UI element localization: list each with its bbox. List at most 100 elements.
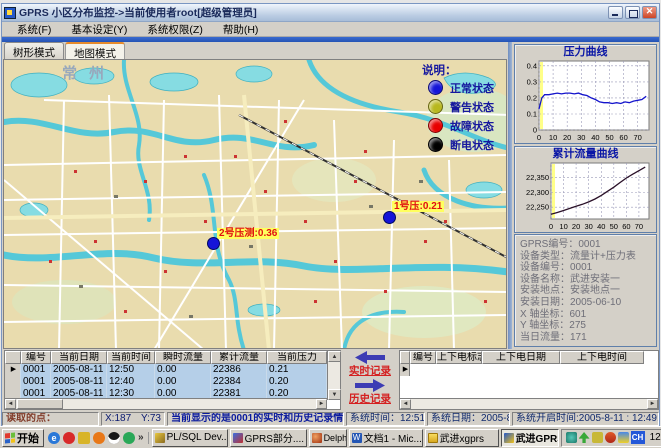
- flow-chart-panel: 累计流量曲线 01020304050607022,25022,30022,350: [514, 146, 657, 233]
- table-row[interactable]: ▶: [400, 364, 658, 376]
- media-player-icon[interactable]: [63, 432, 75, 444]
- menu-permissions[interactable]: 系统权限(Z): [138, 21, 211, 38]
- device-info-line: 当日流量：171: [520, 332, 651, 344]
- column-header[interactable]: 上下电标志: [436, 351, 482, 364]
- device-info-line: 安装日期：2005-06-10: [520, 297, 651, 309]
- task-gprs-app[interactable]: 武进GPRS...: [501, 429, 559, 447]
- messenger-icon[interactable]: [123, 432, 135, 444]
- column-header[interactable]: 编号: [21, 351, 51, 364]
- taskbar-clock[interactable]: 12:51: [647, 432, 661, 443]
- column-header[interactable]: 瞬时流量: [155, 351, 211, 364]
- browser-ball-icon[interactable]: [93, 432, 105, 444]
- restore-button[interactable]: [625, 6, 640, 19]
- tray-swirl-icon[interactable]: [566, 432, 577, 443]
- tray-app-icon[interactable]: [618, 432, 629, 443]
- scroll-left-icon[interactable]: ◄: [400, 399, 411, 409]
- svg-text:22,250: 22,250: [526, 203, 549, 212]
- record-switch-panel: 实时记录 历史记录: [341, 350, 399, 410]
- status-message: 当前显示的是0001的实时和历史记录情况!: [167, 412, 344, 426]
- column-header[interactable]: 累计流量: [211, 351, 267, 364]
- row-marker: ▶: [5, 364, 21, 376]
- device-info-line: 安装地点：安装地点一: [520, 285, 651, 297]
- svg-text:30: 30: [585, 222, 593, 231]
- column-header[interactable]: 编号: [410, 351, 436, 364]
- realtime-vscrollbar[interactable]: ▲ ▼: [327, 351, 340, 400]
- svg-text:0: 0: [533, 126, 537, 135]
- main-content: 树形模式 地图模式: [2, 42, 659, 349]
- scroll-up-icon[interactable]: ▲: [328, 351, 341, 362]
- tray-antivirus-icon[interactable]: [605, 432, 616, 443]
- table-cell: 2005-08-11: [51, 364, 107, 376]
- task-gprs-doc[interactable]: GPRS部分....: [230, 429, 307, 447]
- right-arrow-icon[interactable]: [355, 379, 385, 392]
- map-legend: 说明： 正常状态 警告状态 故障状态: [414, 62, 507, 154]
- scroll-right-icon[interactable]: ►: [316, 399, 327, 409]
- tray-alert-icon[interactable]: [592, 432, 603, 443]
- menu-help[interactable]: 帮助(H): [214, 21, 268, 38]
- realtime-records-link[interactable]: 实时记录: [349, 365, 391, 378]
- tab-tree-mode[interactable]: 树形模式: [4, 42, 64, 59]
- minimize-button[interactable]: [608, 6, 623, 19]
- svg-text:0.4: 0.4: [527, 61, 537, 70]
- row-marker: [5, 376, 21, 388]
- plsql-icon: [155, 433, 165, 443]
- map-area[interactable]: 常州 说明： 正常状态 警告状态 故障状态: [3, 59, 507, 349]
- table-cell: 12:50: [107, 364, 155, 376]
- gprs-app-icon: [504, 433, 514, 443]
- table-cell: 0001: [21, 364, 51, 376]
- history-records-link[interactable]: 历史记录: [349, 393, 391, 406]
- table-row[interactable]: ▶00012005-08-1112:500.00223860.21: [5, 364, 327, 376]
- tray-upload-icon[interactable]: [579, 432, 590, 443]
- svg-text:22,300: 22,300: [526, 188, 549, 197]
- scroll-down-icon[interactable]: ▼: [328, 389, 341, 400]
- table-cell: [482, 364, 560, 376]
- fault-status-icon: [428, 118, 443, 133]
- marker-1-label[interactable]: 1号压:0.21: [392, 201, 444, 212]
- column-header[interactable]: 当前日期: [51, 351, 107, 364]
- task-folder[interactable]: 武进xgprs: [425, 429, 499, 447]
- column-header[interactable]: 上下电日期: [482, 351, 560, 364]
- table-cell: 2005-08-11: [51, 376, 107, 388]
- app-window: GPRS 小区分布监控->当前使用者root[超级管理员] 系统(F) 基本设定…: [1, 3, 660, 426]
- svg-text:10: 10: [549, 133, 557, 142]
- menu-settings[interactable]: 基本设定(Y): [62, 21, 136, 38]
- table-cell: 22384: [211, 376, 267, 388]
- realtime-hscrollbar[interactable]: ◄ ►: [5, 398, 327, 409]
- table-row[interactable]: 00012005-08-1112:400.00223840.20: [5, 376, 327, 388]
- table-cell: 0.20: [267, 376, 327, 388]
- notes-icon[interactable]: [78, 432, 90, 444]
- svg-text:70: 70: [635, 222, 643, 231]
- table-cell: 0.00: [155, 376, 211, 388]
- task-delphi[interactable]: Delphi 6: [309, 429, 347, 447]
- marker-2-dot[interactable]: [207, 237, 220, 250]
- svg-text:40: 40: [597, 222, 605, 231]
- column-header[interactable]: 当前时间: [107, 351, 155, 364]
- column-header[interactable]: 上下电时间: [560, 351, 644, 364]
- column-header[interactable]: 当前压力: [267, 351, 327, 364]
- taskbar: 开始 e » PL/SQL Dev... GPRS部分.... Delphi 6…: [0, 426, 661, 448]
- quick-launch-chevron-icon[interactable]: »: [138, 432, 144, 443]
- qq-penguin-icon[interactable]: [108, 432, 120, 444]
- ie-icon[interactable]: e: [48, 432, 60, 444]
- marker-2-label[interactable]: 2号压测:0.36: [217, 228, 279, 239]
- svg-text:0.3: 0.3: [527, 77, 537, 86]
- menu-system[interactable]: 系统(F): [8, 21, 60, 38]
- bottom-section: 编号当前日期当前时间瞬时流量累计流量当前压力▶00012005-08-1112:…: [2, 349, 659, 411]
- marker-1-dot[interactable]: [383, 211, 396, 224]
- scroll-left-icon[interactable]: ◄: [5, 399, 16, 409]
- table-cell: [560, 364, 644, 376]
- task-plsql[interactable]: PL/SQL Dev...: [152, 429, 228, 447]
- task-word[interactable]: W 文档1 - Mic...: [349, 429, 423, 447]
- status-x: X:187: [105, 413, 131, 425]
- start-button[interactable]: 开始: [2, 429, 44, 447]
- power-hscrollbar[interactable]: ◄ ►: [400, 398, 658, 409]
- delphi-icon: [312, 433, 322, 443]
- left-arrow-icon[interactable]: [355, 351, 385, 364]
- svg-text:60: 60: [619, 133, 627, 142]
- close-button[interactable]: [642, 6, 657, 19]
- table-cell: 0.21: [267, 364, 327, 376]
- scroll-right-icon[interactable]: ►: [647, 399, 658, 409]
- scroll-thumb[interactable]: [17, 399, 63, 409]
- tab-map-mode[interactable]: 地图模式: [65, 42, 125, 59]
- language-indicator[interactable]: CH: [631, 431, 645, 444]
